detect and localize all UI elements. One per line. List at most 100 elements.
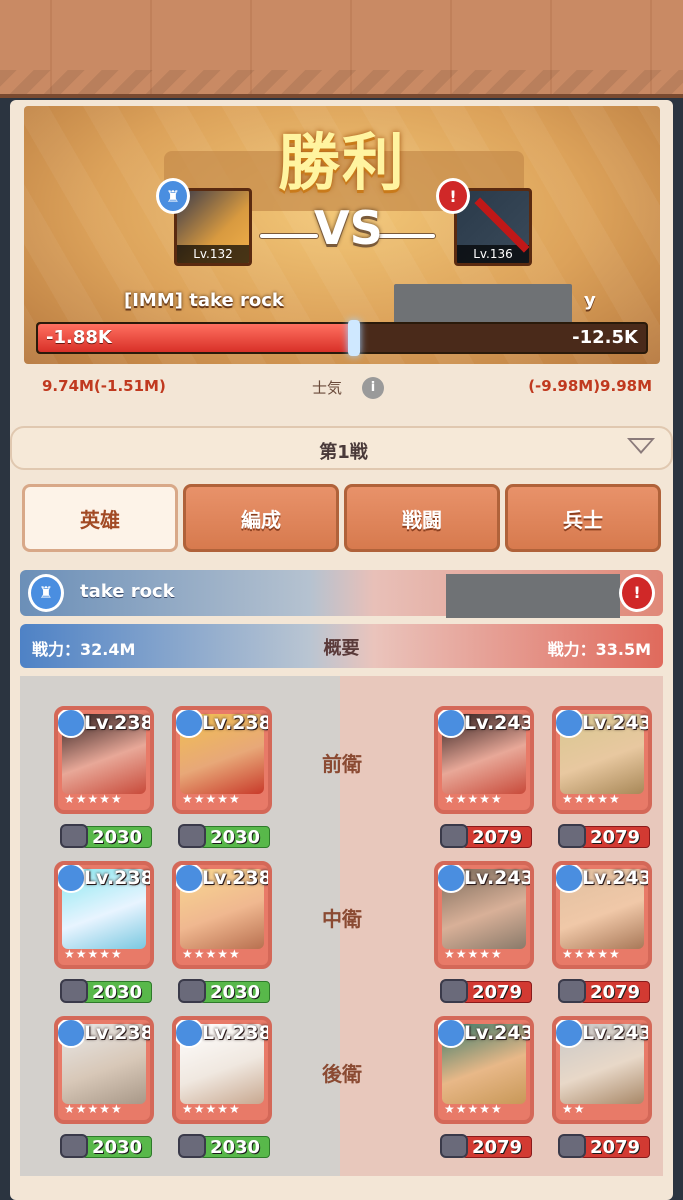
rank-shield-icon [556, 865, 584, 893]
rank-shield-icon [58, 710, 86, 738]
ally-hero-card[interactable]: Lv.238 ★★★★★ 2030 [54, 1016, 154, 1158]
right-total-power: 戦力：33.5M [547, 640, 651, 659]
soldier-helmet-icon [558, 824, 586, 848]
hero-level: Lv.238 [84, 867, 154, 889]
hero-power-value: 2079 [580, 826, 650, 848]
hero-power-value: 2079 [462, 981, 532, 1003]
enemy-alert-icon: ! [436, 178, 470, 214]
hero-power: 2079 [558, 979, 650, 1003]
ally-hero-card[interactable]: Lv.238 ★★★★★ 2030 [54, 861, 154, 1003]
overview-power-bar: 戦力：32.4M 概要 戦力：33.5M [20, 624, 663, 668]
ally-shield-icon: ♜ [156, 178, 190, 214]
hero-level: Lv.238 [202, 712, 272, 734]
hero-stars: ★★★★★ [182, 792, 241, 806]
left-team-name: take rock [80, 581, 175, 602]
chevron-down-icon [627, 438, 655, 454]
tab-battle[interactable]: 戦闘 [344, 484, 500, 552]
hero-frame: Lv.238 ★★★★★ [54, 861, 154, 969]
enemy-hero-card[interactable]: Lv.243 ★★★★★ 2079 [552, 706, 652, 848]
damage-marker [348, 320, 361, 356]
soldier-helmet-icon [440, 979, 468, 1003]
ally-hero-card[interactable]: Lv.238 ★★★★★ 2030 [172, 1016, 272, 1158]
hero-stars: ★★★★★ [444, 1102, 503, 1116]
hero-frame: Lv.243 ★★★★★ [552, 861, 652, 969]
row-label-middle: 中衛 [322, 907, 362, 931]
enemy-hero-card[interactable]: Lv.243 ★★★★★ 2079 [434, 1016, 534, 1158]
rank-shield-icon [438, 865, 466, 893]
top-decor-banner [0, 0, 683, 98]
hero-stars: ★★★★★ [182, 947, 241, 961]
enemy-alert-icon: ! [619, 574, 655, 612]
hero-power: 2030 [60, 1134, 152, 1158]
row-label-back: 後衛 [322, 1062, 362, 1086]
soldier-helmet-icon [60, 824, 88, 848]
hero-power: 2079 [558, 824, 650, 848]
tab-heroes[interactable]: 英雄 [22, 484, 178, 552]
info-icon[interactable]: i [362, 377, 384, 399]
hero-stars: ★★★★★ [64, 947, 123, 961]
right-morale: (-9.98M)9.98M [528, 377, 652, 395]
hero-power: 2079 [440, 979, 532, 1003]
damage-bar: -1.88K -12.5K [36, 320, 648, 356]
hero-frame: Lv.243 ★★★★★ [434, 706, 534, 814]
hero-frame: Lv.243 ★★★★★ [434, 1016, 534, 1124]
ally-shield-icon: ♜ [28, 574, 64, 612]
team-name-bar: ♜ take rock ! [20, 570, 663, 618]
result-title: 勝利 [277, 126, 406, 199]
hero-frame: Lv.243 ★★ [552, 1016, 652, 1124]
hero-power-value: 2030 [82, 1136, 152, 1158]
enemy-hero-card[interactable]: Lv.243 ★★★★★ 2079 [434, 861, 534, 1003]
hero-power-value: 2079 [462, 826, 532, 848]
ally-hero-card[interactable]: Lv.238 ★★★★★ 2030 [172, 706, 272, 848]
vs-label: VS [314, 201, 383, 255]
left-player-name: [IMM] take rock [124, 290, 284, 311]
redacted-name-box [446, 574, 620, 618]
tab-soldiers[interactable]: 兵士 [505, 484, 661, 552]
rank-shield-icon [176, 1020, 204, 1048]
hero-level: Lv.243 [464, 712, 534, 734]
soldier-helmet-icon [60, 979, 88, 1003]
rank-shield-icon [556, 710, 584, 738]
enemy-hero-card[interactable]: Lv.243 ★★★★★ 2079 [434, 706, 534, 848]
row-label-front: 前衛 [322, 752, 362, 776]
soldier-helmet-icon [558, 979, 586, 1003]
right-player-level: Lv.136 [457, 245, 529, 263]
hero-power-value: 2030 [200, 981, 270, 1003]
hero-level: Lv.243 [582, 867, 652, 889]
formation-grid: 前衛 中衛 後衛 Lv.238 ★★★★★ 2030 Lv.238 ★★★★★ [20, 676, 663, 1176]
rank-shield-icon [176, 865, 204, 893]
hero-power: 2079 [440, 1134, 532, 1158]
hero-frame: Lv.238 ★★★★★ [172, 706, 272, 814]
soldier-helmet-icon [558, 1134, 586, 1158]
hero-level: Lv.243 [464, 867, 534, 889]
hero-level: Lv.238 [84, 1022, 154, 1044]
soldier-helmet-icon [178, 979, 206, 1003]
hero-level: Lv.243 [582, 712, 652, 734]
hero-level: Lv.243 [464, 1022, 534, 1044]
left-player-level: Lv.132 [177, 245, 249, 263]
soldier-helmet-icon [440, 824, 468, 848]
hero-frame: Lv.238 ★★★★★ [54, 706, 154, 814]
enemy-hero-card[interactable]: Lv.243 ★★ 2079 [552, 1016, 652, 1158]
hero-power: 2030 [60, 979, 152, 1003]
round-select-dropdown[interactable]: 第1戦 [10, 426, 673, 470]
rank-shield-icon [176, 710, 204, 738]
hero-power-value: 2030 [200, 826, 270, 848]
hero-level: Lv.238 [84, 712, 154, 734]
ally-hero-card[interactable]: Lv.238 ★★★★★ 2030 [172, 861, 272, 1003]
hero-power-value: 2030 [82, 826, 152, 848]
hero-stars: ★★★★★ [562, 792, 621, 806]
enemy-hero-card[interactable]: Lv.243 ★★★★★ 2079 [552, 861, 652, 1003]
tab-formation[interactable]: 編成 [183, 484, 339, 552]
hero-stars: ★★★★★ [444, 947, 503, 961]
ally-hero-card[interactable]: Lv.238 ★★★★★ 2030 [54, 706, 154, 848]
soldier-helmet-icon [178, 824, 206, 848]
left-damage: -1.88K [46, 327, 112, 348]
vs-line-left [259, 233, 319, 239]
hero-stars: ★★★★★ [562, 947, 621, 961]
rank-shield-icon [556, 1020, 584, 1048]
hero-frame: Lv.238 ★★★★★ [172, 861, 272, 969]
soldier-helmet-icon [60, 1134, 88, 1158]
morale-label: 士気 [312, 379, 343, 397]
hero-power-value: 2079 [580, 981, 650, 1003]
